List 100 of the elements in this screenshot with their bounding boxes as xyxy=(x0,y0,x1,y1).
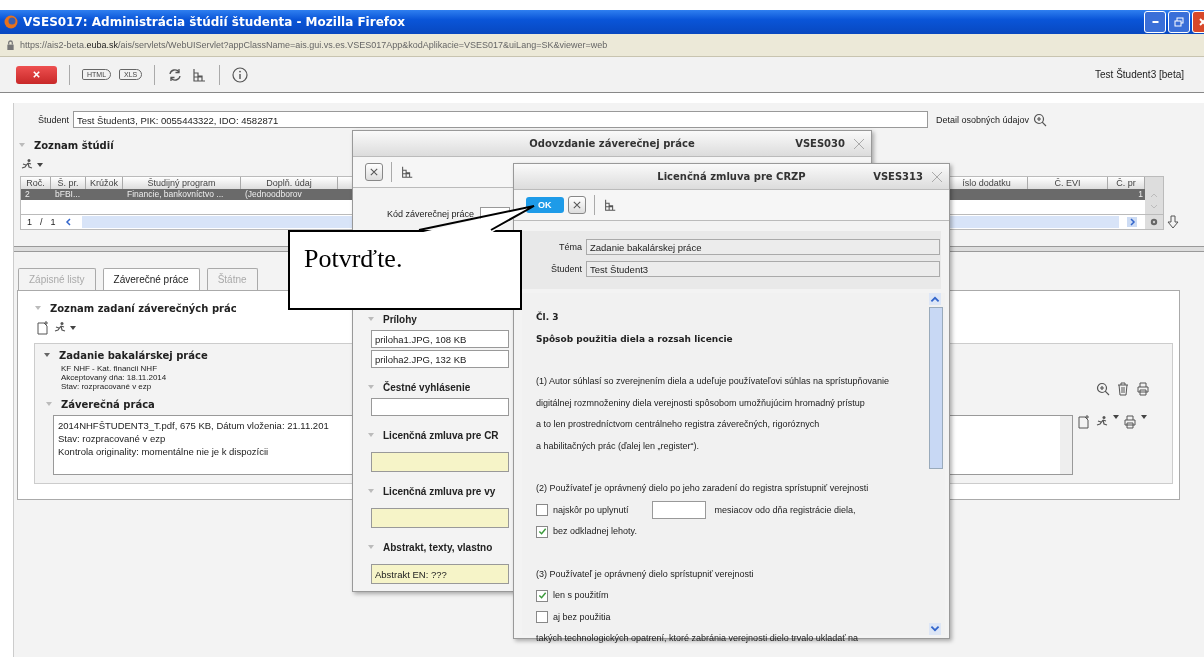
form-field: priloha2.JPG, 132 KB xyxy=(371,350,509,368)
code-label: Kód záverečnej práce xyxy=(387,209,475,219)
checkbox[interactable] xyxy=(536,525,548,538)
field-label: Téma xyxy=(558,242,582,252)
zoom-icon[interactable] xyxy=(1033,112,1048,127)
scrollbar-thumb[interactable] xyxy=(929,307,943,469)
input-field: Test Študent3 xyxy=(586,261,940,277)
checkbox[interactable] xyxy=(536,611,548,624)
student-field: Test Študent3, PIK: 0055443322, IDO: 4582871 xyxy=(73,111,929,128)
section-title: Zoznam štúdií xyxy=(34,139,114,151)
cancel-button[interactable] xyxy=(567,196,586,214)
close-icon xyxy=(370,168,378,176)
months-input-field[interactable] xyxy=(651,501,706,520)
section-title: Zoznam zadaní záverečných prác xyxy=(50,302,237,314)
table-cell: 1 xyxy=(1138,189,1143,199)
scrollbar-corner xyxy=(1145,177,1163,189)
paragraph-line: a habilitačných prác (ďalej len „register“). xyxy=(536,439,700,453)
table-cell: Financie, bankovníctvo ... xyxy=(127,189,224,199)
section-title: Prílohy xyxy=(383,313,417,325)
new-document-icon[interactable] xyxy=(1077,415,1091,429)
detail-link[interactable]: Detail osobných údajov xyxy=(936,114,1030,125)
dialog-code: VSES313 xyxy=(873,171,923,182)
cancel-button[interactable] xyxy=(365,163,383,181)
dialog-title: Odovzdanie záverečnej práce xyxy=(529,138,695,149)
lock-icon xyxy=(6,39,15,51)
grid-icon[interactable] xyxy=(400,165,414,179)
dialog-code: VSES030 xyxy=(795,138,845,149)
table-cell: bFBI... xyxy=(55,189,81,199)
assignment-detail: KF NHF - Kat. financii NHF xyxy=(61,364,157,373)
scroll-left-button[interactable] xyxy=(63,217,74,227)
browser-logo-icon xyxy=(4,15,18,29)
grid-icon[interactable] xyxy=(602,198,617,212)
caret-up-icon xyxy=(1150,191,1158,198)
vertical-scrollbar[interactable] xyxy=(1060,416,1072,474)
table-cell: (Jednoodborov xyxy=(245,189,302,199)
runner-icon[interactable] xyxy=(53,321,67,335)
checkbox[interactable] xyxy=(536,589,548,602)
paragraph-line: (3) Používateľ je oprávnený dielo sprístupniť verejnosti xyxy=(536,567,754,581)
minimize-icon xyxy=(1151,21,1159,23)
new-document-icon[interactable] xyxy=(36,321,50,335)
close-app-button[interactable] xyxy=(16,65,57,84)
section-title: Licenčná zmluva pre vy xyxy=(383,485,496,497)
assignment-detail: Akceptovaný dňa: 18.11.2014 xyxy=(61,373,167,382)
article-number: Čl. 3 xyxy=(536,310,559,324)
close-icon xyxy=(32,70,41,79)
thesis-title: Záverečná práca xyxy=(61,398,155,410)
triangle-icon[interactable] xyxy=(43,351,51,359)
checkbox-label: len s použitím xyxy=(553,589,609,602)
callout-text: Potvrďte. xyxy=(304,244,403,273)
scroll-down-button[interactable] xyxy=(929,623,941,635)
restore-icon xyxy=(1174,17,1184,27)
restore-button[interactable] xyxy=(1168,11,1190,33)
zoom-icon[interactable] xyxy=(1096,382,1110,396)
form-field: Abstrakt EN: ??? xyxy=(371,564,509,584)
field-label: Študent xyxy=(549,264,582,274)
window-title: VSES017: Administrácia štúdií študenta - Mozilla Firefox xyxy=(23,15,405,29)
checkbox-label-suffix: mesiacov odo dňa registrácie diela, xyxy=(714,503,856,517)
paragraph-line: (1) Autor súhlasí so zverejnením diela a udeľuje používateľovi súhlas na sprístupňovanie xyxy=(536,375,889,388)
caret-down-icon xyxy=(1150,204,1158,210)
checkbox[interactable] xyxy=(536,504,548,517)
thesis-info-line: Kontrola originality: momentálne nie je k dispozícii xyxy=(58,445,269,458)
scroll-right-button[interactable] xyxy=(1127,217,1137,227)
runner-icon[interactable] xyxy=(1095,415,1109,429)
form-field: priloha1.JPG, 108 KB xyxy=(371,330,509,348)
grid-icon[interactable] xyxy=(191,66,208,83)
runner-icon[interactable] xyxy=(20,158,34,172)
assignment-title: Zadanie bakalárskej práce xyxy=(59,349,208,361)
table-cell: 2 xyxy=(25,189,30,199)
checkbox-label: aj bez použitia xyxy=(553,610,611,624)
close-icon xyxy=(572,201,581,209)
section-title: Čestné vyhlásenie xyxy=(383,381,471,393)
page-separator: / xyxy=(40,217,43,227)
download-arrow-icon[interactable] xyxy=(1167,215,1179,229)
paragraph-line: (2) Používateľ je oprávnený dielo po jeho zaradení do registra sprístupniť verejnosti xyxy=(536,482,869,495)
minimize-button[interactable] xyxy=(1144,11,1166,33)
input-field: Zadanie bakalárskej práce xyxy=(586,239,940,255)
assignment-detail: Stav: rozpracované v ezp xyxy=(61,382,152,391)
checkbox-label: bez odkladnej lehoty. xyxy=(553,525,637,538)
tab[interactable]: Záverečné práce xyxy=(102,268,200,290)
user-name: Test Študent3 [beta] xyxy=(1095,69,1184,80)
checkbox-label: najskôr po uplynutí xyxy=(553,503,629,517)
trash-icon[interactable] xyxy=(1116,382,1130,396)
paragraph-line: a to len prostredníctvom centrálneho registra záverečných, rigoróznych xyxy=(536,418,820,431)
scroll-up-button[interactable] xyxy=(929,293,941,305)
page-number: 1 xyxy=(27,217,32,227)
paragraph-line: takých technologických opatrení, ktoré zabránia verejnosti dielo trvalo ukladať na xyxy=(536,632,859,645)
info-icon[interactable] xyxy=(232,66,249,83)
thesis-info-line: Stav: rozpracované v ezp xyxy=(58,432,166,445)
section-title: Licenčná zmluva pre CR xyxy=(383,429,499,441)
caret-icon[interactable] xyxy=(1113,415,1119,419)
caret-icon[interactable] xyxy=(70,326,76,330)
caret-icon[interactable] xyxy=(37,163,43,167)
section-title: Abstrakt, texty, vlastno xyxy=(383,541,493,553)
dialog-title: Licenčná zmluva pre CRZP xyxy=(657,171,806,182)
caret-icon[interactable] xyxy=(1141,415,1147,419)
settings-icon[interactable] xyxy=(1145,215,1163,229)
printer-icon[interactable] xyxy=(1123,415,1137,429)
article-heading: Spôsob použitia diela a rozsah licencie xyxy=(536,332,733,346)
thesis-info-line: 2014NHFŠTUDENT3_T.pdf, 675 KB, Dátum vloženia: 21.11.201 xyxy=(58,419,329,432)
printer-icon[interactable] xyxy=(1136,382,1150,396)
